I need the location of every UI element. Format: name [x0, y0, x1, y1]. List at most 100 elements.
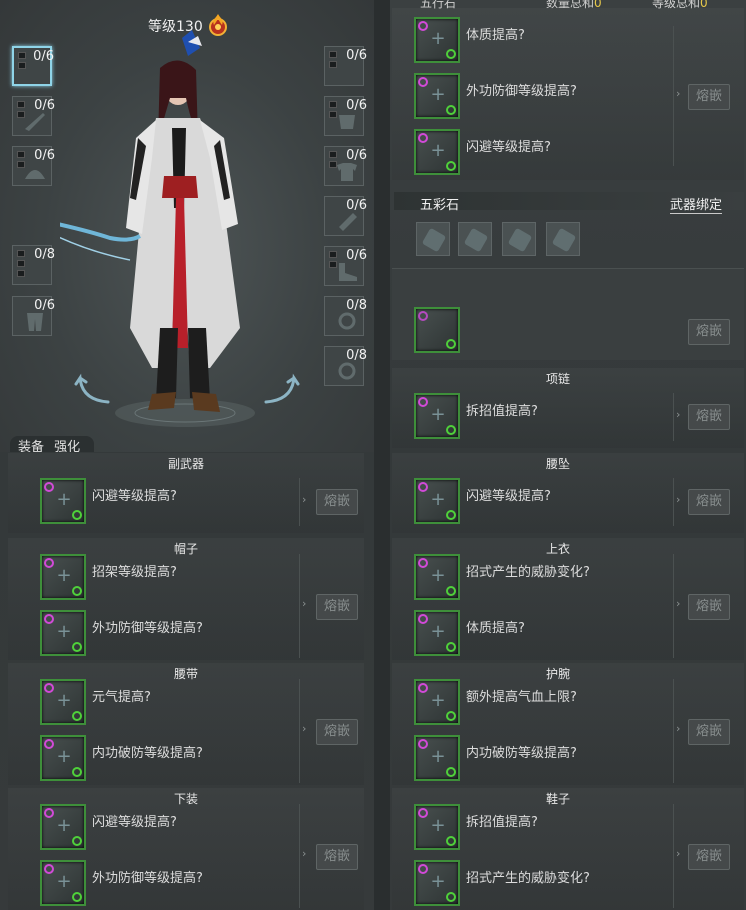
equip-slot-weapon[interactable]: 0/6: [12, 46, 54, 86]
chevron-right-icon: ›: [302, 597, 307, 610]
equip-slot-shoes[interactable]: 0/6: [324, 246, 367, 286]
five-color-title: 五彩石: [420, 198, 460, 213]
slot-count: 0/6: [346, 198, 367, 213]
five-color-stone-slot[interactable]: [458, 222, 492, 256]
socket-marker-icon: [72, 892, 82, 902]
socket-marker-icon: [72, 642, 82, 652]
socket-marker-icon: [418, 21, 428, 31]
gem-label: 体质提高?: [466, 28, 525, 43]
pants-icon: [27, 313, 43, 331]
equip-slot-necklace[interactable]: 0/6: [324, 46, 367, 86]
socket-marker-icon: [44, 739, 54, 749]
socket-marker-icon: [44, 558, 54, 568]
fuse-button[interactable]: 熔嵌: [688, 404, 730, 430]
rotate-right-icon[interactable]: [260, 372, 300, 406]
character-view[interactable]: 等级130 0/6 0/6 0/6 0/8 0/6 0/6 0/6 0/6 0/…: [0, 0, 374, 452]
slot-indicator: [18, 52, 26, 59]
gem-socket-slot[interactable]: +: [40, 554, 86, 600]
pendant-icon: [339, 115, 355, 129]
chevron-right-icon: ›: [676, 87, 681, 100]
five-color-stone-slot[interactable]: [546, 222, 580, 256]
add-gem-icon: +: [56, 815, 72, 836]
socket-marker-icon: [418, 683, 428, 693]
offhand-icon: [25, 113, 45, 131]
fuse-button[interactable]: 熔嵌: [688, 719, 730, 745]
fuse-button[interactable]: 熔嵌: [688, 84, 730, 110]
gem-socket-slot[interactable]: +: [414, 554, 460, 600]
socket-marker-icon: [418, 808, 428, 818]
group-bracket: [296, 554, 300, 658]
gem-socket-slot[interactable]: +: [414, 610, 460, 656]
fuse-button[interactable]: 熔嵌: [688, 844, 730, 870]
equip-slot-pendant[interactable]: 0/6: [324, 96, 367, 136]
gem-label: 元气提高?: [92, 690, 151, 705]
gem-label: 招架等级提高?: [92, 565, 177, 580]
socket-marker-icon: [446, 767, 456, 777]
gem-socket-slot[interactable]: +: [40, 679, 86, 725]
gem-socket-slot[interactable]: +: [414, 17, 460, 63]
equip-slot-hat[interactable]: 0/6: [12, 146, 55, 186]
stone-icon: [507, 227, 533, 253]
socket-marker-icon: [446, 642, 456, 652]
gem-label: 招式产生的威胁变化?: [466, 565, 590, 580]
gem-socket-slot[interactable]: +: [40, 735, 86, 781]
fuse-button[interactable]: 熔嵌: [316, 594, 358, 620]
weapon-bind-link[interactable]: 武器绑定: [670, 194, 723, 214]
gem-socket-slot[interactable]: +: [414, 735, 460, 781]
left-panel: 等级130 0/6 0/6 0/6 0/8 0/6 0/6 0/6 0/6 0/…: [0, 0, 374, 910]
five-color-stone-slot[interactable]: [502, 222, 536, 256]
weapon-socket-slot[interactable]: [414, 307, 460, 353]
gem-socket-slot[interactable]: +: [414, 393, 460, 439]
fuse-button[interactable]: 熔嵌: [316, 489, 358, 515]
gem-socket-slot[interactable]: +: [40, 860, 86, 906]
gem-socket-slot[interactable]: +: [414, 679, 460, 725]
slot-count: 0/6: [34, 298, 55, 313]
add-gem-icon: +: [56, 565, 72, 586]
tab-equip[interactable]: 装备: [18, 440, 44, 452]
slot-indicator: [329, 61, 337, 68]
fuse-button[interactable]: 熔嵌: [688, 594, 730, 620]
chevron-right-icon: ›: [302, 847, 307, 860]
chevron-right-icon: ›: [302, 722, 307, 735]
equip-slot-top[interactable]: 0/6: [324, 146, 367, 186]
slot-indicator: [329, 51, 337, 58]
socket-marker-icon: [418, 739, 428, 749]
shoes-icon: [339, 263, 357, 281]
character-model-image: [60, 30, 255, 427]
equip-slot-bracer[interactable]: 0/6: [324, 196, 367, 236]
rotate-left-icon[interactable]: [74, 372, 114, 406]
group-bracket: [296, 478, 300, 526]
socket-marker-icon: [44, 614, 54, 624]
equip-slot-ring-1[interactable]: 0/8: [324, 296, 367, 336]
gem-socket-slot[interactable]: +: [40, 610, 86, 656]
gem-label: 拆招值提高?: [466, 404, 538, 419]
gem-socket-slot[interactable]: +: [40, 804, 86, 850]
fuse-button[interactable]: 熔嵌: [688, 489, 730, 515]
gem-socket-slot[interactable]: +: [414, 804, 460, 850]
socket-marker-icon: [418, 864, 428, 874]
socket-marker-icon: [72, 510, 82, 520]
gem-socket-slot[interactable]: +: [414, 73, 460, 119]
add-gem-icon: +: [430, 690, 446, 711]
gem-socket-slot[interactable]: +: [40, 478, 86, 524]
socket-marker-icon: [44, 808, 54, 818]
equip-slot-pants[interactable]: 0/6: [12, 296, 55, 336]
gem-socket-slot[interactable]: +: [414, 478, 460, 524]
fuse-button[interactable]: 熔嵌: [316, 719, 358, 745]
gem-socket-slot[interactable]: +: [414, 129, 460, 175]
slot-indicator: [17, 250, 25, 257]
gem-label: 内功破防等级提高?: [466, 746, 577, 761]
chevron-right-icon: ›: [676, 597, 681, 610]
add-gem-icon: +: [430, 565, 446, 586]
gem-label: 外功防御等级提高?: [466, 84, 577, 99]
equip-slot-belt[interactable]: 0/8: [12, 245, 55, 285]
gem-socket-slot[interactable]: +: [414, 860, 460, 906]
fuse-button[interactable]: 熔嵌: [316, 844, 358, 870]
fuse-button[interactable]: 熔嵌: [688, 319, 730, 345]
tab-enhance[interactable]: 强化: [54, 440, 80, 452]
five-color-stone-slot[interactable]: [416, 222, 450, 256]
socket-marker-icon: [72, 586, 82, 596]
add-gem-icon: +: [430, 140, 446, 161]
equip-slot-ring-2[interactable]: 0/8: [324, 346, 367, 386]
equip-slot-offhand[interactable]: 0/6: [12, 96, 55, 136]
